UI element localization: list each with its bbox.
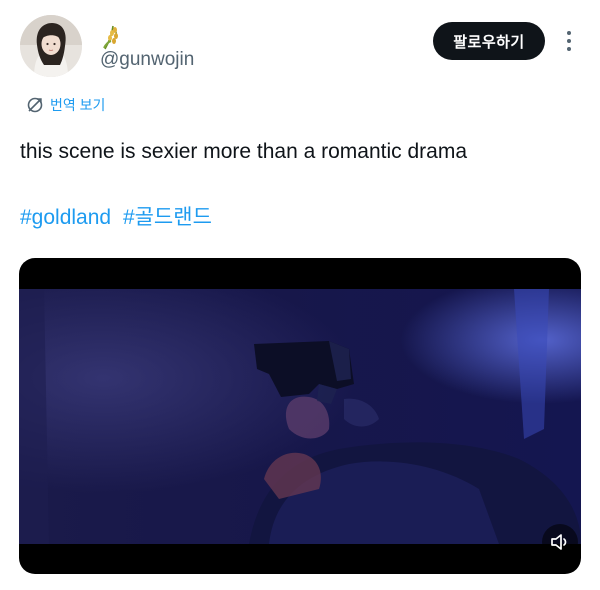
translate-label: 번역 보기 bbox=[50, 97, 106, 113]
hashtag-link[interactable]: #골드랜드 bbox=[123, 206, 212, 229]
follow-button[interactable]: 팔로우하기 bbox=[433, 22, 545, 60]
rice-emoji-icon bbox=[101, 24, 123, 50]
video-player[interactable] bbox=[19, 258, 581, 574]
user-handle[interactable]: @gunwojin bbox=[100, 49, 194, 71]
avatar[interactable] bbox=[20, 15, 82, 77]
volume-button[interactable] bbox=[542, 524, 578, 560]
avatar-image bbox=[20, 15, 82, 77]
tweet-text: this scene is sexier more than a romanti… bbox=[20, 140, 468, 163]
video-frame bbox=[19, 289, 581, 544]
hashtag-list: #goldland #골드랜드 bbox=[20, 201, 212, 231]
speaker-muted-icon bbox=[551, 534, 567, 550]
hashtag-link[interactable]: #goldland bbox=[20, 206, 111, 229]
more-vertical-icon[interactable] bbox=[560, 27, 578, 55]
translate-link[interactable]: 번역 보기 bbox=[26, 95, 105, 115]
translate-icon bbox=[27, 97, 43, 113]
